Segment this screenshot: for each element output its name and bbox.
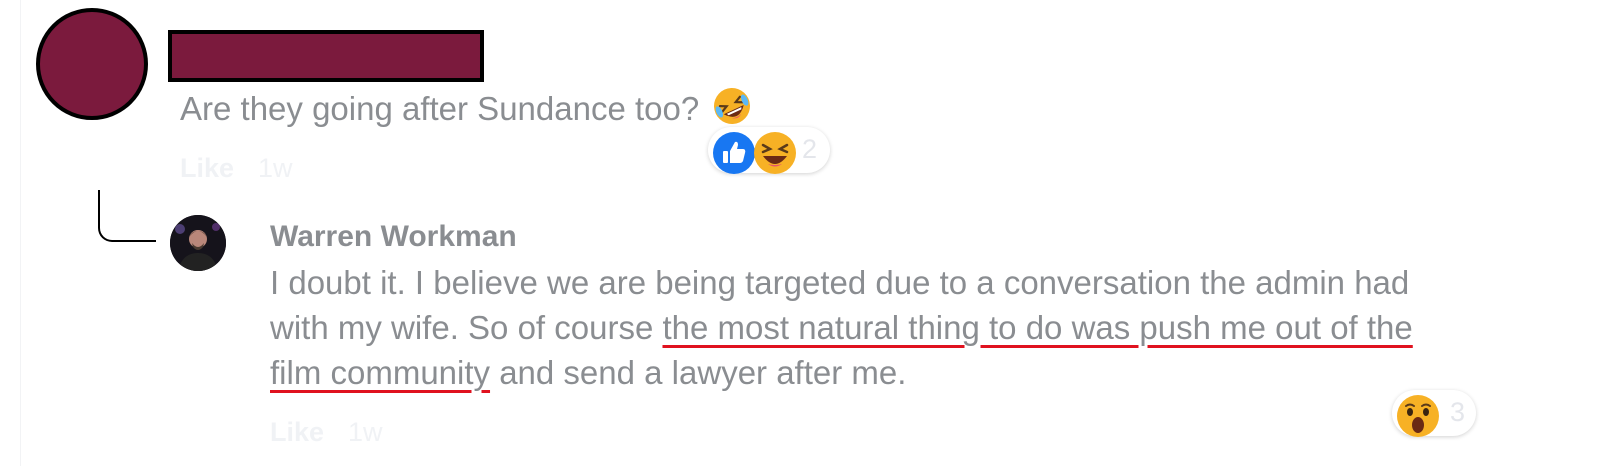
comment-text-content: Are they going after Sundance too?: [180, 90, 700, 127]
thread-left-border: [20, 0, 21, 466]
wow-reaction-icon: [1395, 393, 1441, 444]
reply-text-part-3: and send a lawyer after me.: [490, 354, 907, 391]
reply-reaction-count: 3: [1450, 397, 1466, 427]
reply-author-name[interactable]: Warren Workman: [270, 220, 517, 254]
haha-reaction-icon: [752, 130, 798, 181]
comment-text: Are they going after Sundance too?: [180, 86, 752, 135]
avatar-redacted[interactable]: [36, 8, 148, 120]
reply-thread-connector: [98, 190, 156, 242]
reply-like-link[interactable]: Like: [270, 417, 324, 447]
like-link[interactable]: Like: [180, 153, 234, 183]
reaction-summary[interactable]: 2: [708, 127, 830, 174]
reply-timestamp[interactable]: 1w: [348, 417, 383, 447]
comment-actions: Like 1w: [180, 153, 293, 184]
avatar-warren-workman[interactable]: [170, 215, 226, 271]
like-reaction-icon: [711, 130, 757, 181]
reaction-count: 2: [802, 134, 818, 164]
author-name-redacted: [168, 30, 484, 82]
reply-reaction-summary[interactable]: 3: [1392, 390, 1476, 437]
reply-actions: Like 1w: [270, 417, 383, 448]
reply-text: I doubt it. I believe we are being targe…: [270, 260, 1470, 395]
timestamp[interactable]: 1w: [258, 153, 293, 183]
